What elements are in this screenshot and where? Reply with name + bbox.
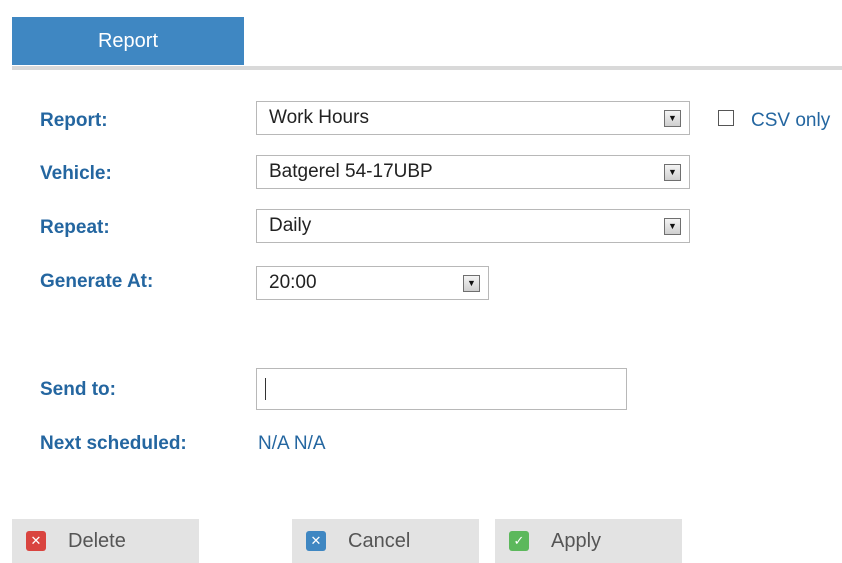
generate-at-select[interactable]: 20:00 ▼ (256, 266, 489, 300)
vehicle-select[interactable]: Batgerel 54-17UBP ▼ (256, 155, 690, 189)
apply-button-label: Apply (551, 529, 602, 552)
report-select-value: Work Hours (269, 107, 369, 128)
dropdown-arrow-icon[interactable]: ▼ (664, 217, 681, 235)
next-scheduled-value: N/A N/A (258, 433, 326, 454)
dropdown-arrow-icon[interactable]: ▼ (664, 163, 681, 181)
delete-button-label: Delete (68, 529, 126, 552)
repeat-select[interactable]: Daily ▼ (256, 209, 690, 243)
send-to-label: Send to: (40, 379, 116, 400)
csv-only-label: CSV only (751, 110, 831, 131)
report-select[interactable]: Work Hours ▼ (256, 101, 690, 135)
report-label: Report: (40, 110, 108, 131)
check-icon: ✓ (509, 531, 529, 551)
repeat-label: Repeat: (40, 217, 110, 238)
x-icon: ✕ (26, 531, 46, 551)
apply-button[interactable]: ✓ Apply (495, 519, 682, 563)
text-caret (265, 378, 266, 400)
vehicle-label: Vehicle: (40, 163, 112, 184)
tab-report[interactable]: Report (12, 17, 244, 65)
cancel-button[interactable]: ✕ Cancel (292, 519, 479, 563)
vehicle-select-value: Batgerel 54-17UBP (269, 161, 433, 182)
delete-button[interactable]: ✕ Delete (12, 519, 199, 563)
dropdown-arrow-icon[interactable]: ▼ (463, 274, 480, 292)
x-icon: ✕ (306, 531, 326, 551)
generate-at-select-value: 20:00 (269, 272, 317, 293)
cancel-button-label: Cancel (348, 529, 411, 552)
generate-at-label: Generate At: (40, 271, 154, 292)
repeat-select-value: Daily (269, 215, 312, 236)
next-scheduled-label: Next scheduled: (40, 433, 187, 454)
tab-divider (12, 66, 842, 70)
send-to-input[interactable] (256, 368, 627, 410)
dropdown-arrow-icon[interactable]: ▼ (664, 109, 681, 127)
csv-only-checkbox[interactable] (718, 110, 734, 126)
